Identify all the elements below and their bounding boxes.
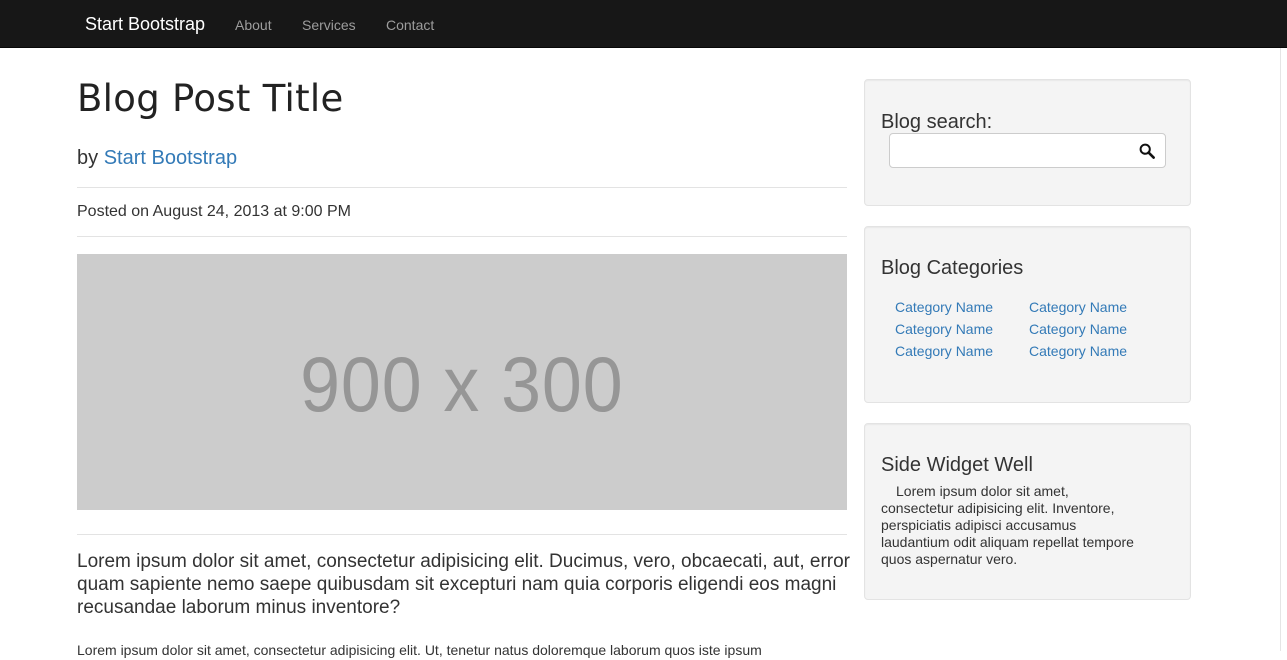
post-body-paragraph: Lorem ipsum dolor sit amet, consectetur …	[77, 642, 762, 658]
category-link[interactable]: Category Name	[1029, 321, 1127, 337]
search-icon	[1139, 143, 1155, 159]
search-well-title: Blog search:	[881, 111, 993, 133]
search-input[interactable]	[890, 134, 1130, 167]
categories-well: Blog Categories Category Name Category N…	[864, 226, 1191, 403]
image-size-label: 900 x 300	[300, 339, 624, 428]
nav-link-services[interactable]: Services	[302, 16, 356, 34]
categories-well-title: Blog Categories	[881, 257, 1024, 279]
top-navbar: Start Bootstrap About Services Contact	[0, 0, 1287, 48]
side-widget-text: Lorem ipsum dolor sit amet, consectetur …	[881, 483, 1134, 567]
category-link[interactable]: Category Name	[895, 299, 993, 315]
byline-prefix: by	[77, 147, 104, 169]
post-byline: by Start Bootstrap	[77, 146, 237, 170]
search-well: Blog search:	[864, 79, 1191, 206]
side-widget-title: Side Widget Well	[881, 454, 1033, 476]
category-link[interactable]: Category Name	[895, 343, 993, 359]
side-widget-well: Side Widget Well Lorem ipsum dolor sit a…	[864, 423, 1191, 600]
category-list-right: Category Name Category Name Category Nam…	[1029, 296, 1127, 362]
category-link[interactable]: Category Name	[1029, 343, 1127, 359]
category-item: Category Name	[895, 340, 993, 362]
category-link[interactable]: Category Name	[895, 321, 993, 337]
divider	[77, 534, 847, 535]
category-item: Category Name	[1029, 296, 1127, 318]
author-link[interactable]: Start Bootstrap	[104, 147, 237, 169]
category-item: Category Name	[895, 296, 993, 318]
search-input-group	[889, 133, 1166, 168]
category-item: Category Name	[895, 318, 993, 340]
post-title: Blog Post Title	[77, 77, 344, 120]
search-button[interactable]	[1129, 134, 1165, 167]
navbar-brand-link[interactable]: Start Bootstrap	[85, 13, 205, 35]
category-item: Category Name	[1029, 318, 1127, 340]
nav-link-about[interactable]: About	[235, 16, 272, 34]
post-lead-paragraph: Lorem ipsum dolor sit amet, consectetur …	[77, 551, 850, 618]
post-image-placeholder: 900 x 300	[77, 254, 847, 510]
category-list-left: Category Name Category Name Category Nam…	[895, 296, 993, 362]
category-item: Category Name	[1029, 340, 1127, 362]
page-scrollbar[interactable]	[1280, 48, 1287, 651]
category-link[interactable]: Category Name	[1029, 299, 1127, 315]
post-date: Posted on August 24, 2013 at 9:00 PM	[77, 203, 351, 220]
nav-link-contact[interactable]: Contact	[386, 16, 434, 34]
divider	[77, 236, 847, 237]
divider	[77, 187, 847, 188]
